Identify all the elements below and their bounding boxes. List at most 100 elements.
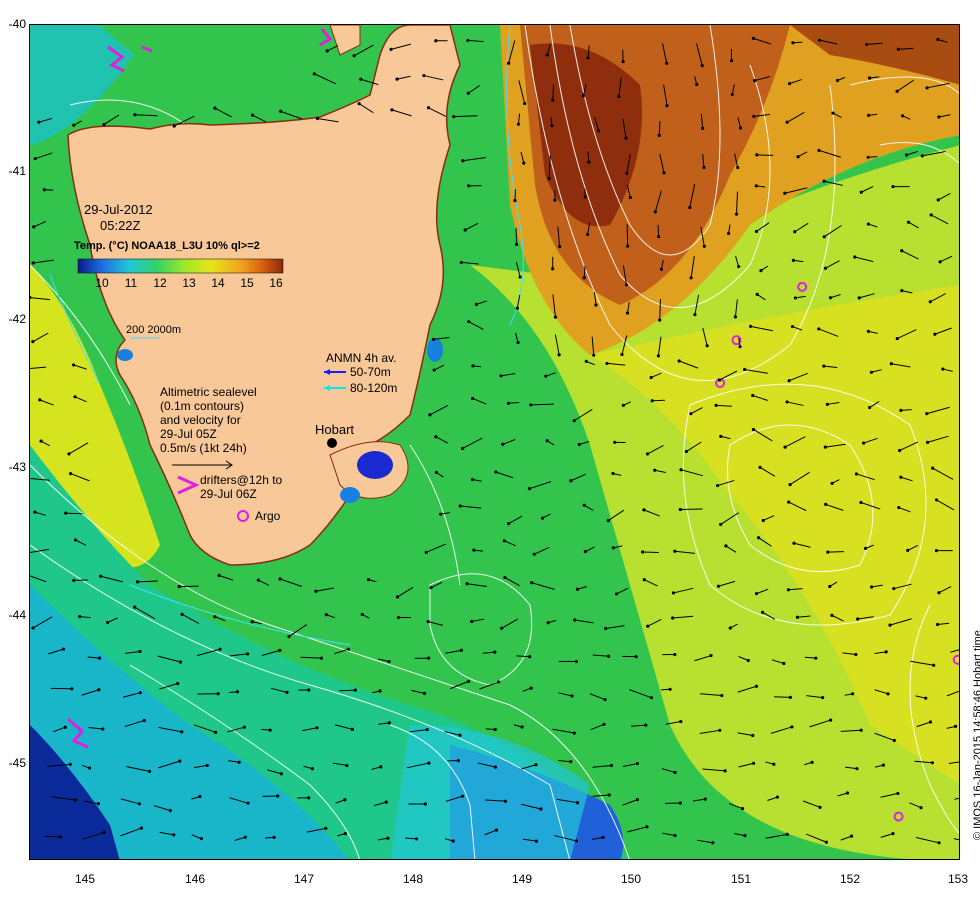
velocity-arrow-head	[937, 591, 941, 595]
anmn-title: ANMN 4h av.	[326, 351, 397, 365]
velocity-arrow-head	[673, 770, 677, 775]
lat-tick: -45	[8, 756, 26, 770]
velocity-arrow-head	[494, 828, 498, 832]
velocity-arrow-head	[61, 647, 66, 651]
velocity-arrow	[774, 696, 791, 698]
velocity-arrow-head	[678, 801, 682, 805]
velocity-arrow-head	[426, 620, 430, 624]
velocity-arrow-head	[790, 324, 795, 329]
velocity-arrow-head	[287, 634, 291, 639]
velocity-arrow-head	[748, 324, 753, 328]
velocity-arrow-head	[180, 730, 184, 734]
velocity-arrow-head	[606, 518, 610, 523]
velocity-arrow-head	[782, 661, 786, 666]
velocity-arrow-head	[384, 800, 388, 804]
velocity-arrow-head	[213, 615, 217, 619]
velocity-arrow-head	[553, 198, 557, 202]
velocity-arrow-head	[688, 205, 692, 210]
velocity-arrow-head	[97, 688, 101, 692]
velocity-arrow-head	[72, 578, 76, 582]
velocity-arrow-head	[730, 92, 734, 97]
velocity-arrow-head	[613, 440, 617, 444]
velocity-arrow-head	[889, 362, 893, 366]
velocity-arrow-head	[628, 195, 632, 200]
velocity-arrow-head	[825, 402, 829, 406]
velocity-arrow-head	[557, 353, 561, 357]
velocity-arrow-head	[679, 719, 683, 724]
velocity-arrow-head	[582, 503, 586, 507]
velocity-arrow-head	[33, 157, 37, 161]
velocity-arrow-head	[689, 412, 693, 416]
velocity-arrow-head	[625, 311, 630, 315]
anmn-80-120: 80-120m	[350, 381, 398, 395]
lon-tick: 145	[74, 872, 96, 886]
colorbar-tick: 15	[240, 276, 254, 290]
velocity-arrow-head	[938, 260, 942, 264]
velocity-arrow-head	[743, 834, 747, 838]
lon-tick: 151	[730, 872, 752, 886]
velocity-arrow-head	[727, 231, 731, 236]
velocity-arrow-head	[665, 104, 669, 108]
velocity-arrow-head	[434, 435, 438, 439]
lat-tick: -44	[8, 608, 26, 622]
velocity-arrow-head	[499, 374, 503, 378]
velocity-arrow-head	[775, 795, 780, 799]
velocity-arrow-head	[796, 155, 800, 159]
velocity-arrow-head	[645, 452, 650, 456]
velocity-arrow-head	[888, 623, 892, 627]
velocity-arrow-head	[493, 727, 497, 732]
velocity-arrow-head	[854, 472, 859, 476]
velocity-arrow-head	[467, 320, 471, 324]
velocity-arrow-head	[218, 647, 222, 651]
velocity-arrow-head	[642, 508, 646, 512]
velocity-arrow-head	[787, 82, 792, 86]
velocity-arrow-head	[869, 585, 874, 589]
velocity-arrow-head	[900, 289, 904, 293]
velocity-arrow-head	[466, 679, 471, 683]
velocity-arrow-head	[345, 763, 349, 768]
velocity-arrow-head	[582, 276, 586, 280]
velocity-arrow-head	[102, 830, 106, 835]
velocity-arrow-head	[865, 42, 869, 47]
velocity-arrow-head	[592, 353, 596, 357]
velocity-arrow-head	[892, 586, 896, 591]
velocity-arrow-head	[792, 541, 796, 545]
velocity-arrow-head	[925, 440, 930, 445]
velocity-arrow-head	[717, 378, 722, 382]
velocity-arrow-head	[896, 47, 900, 51]
velocity-arrow-head	[702, 244, 706, 248]
velocity-arrow-head	[754, 184, 758, 188]
velocity-arrow-head	[217, 573, 221, 578]
velocity-arrow-head	[324, 613, 328, 617]
velocity-arrow-head	[646, 624, 650, 628]
velocity-arrow-head	[891, 832, 895, 836]
velocity-arrow-head	[507, 61, 511, 65]
velocity-arrow-head	[881, 763, 885, 767]
velocity-arrow-head	[553, 315, 558, 319]
velocity-arrow-head	[534, 839, 538, 843]
anmn-50-70: 50-70m	[350, 365, 391, 379]
colorbar-tick: 11	[124, 276, 138, 290]
velocity-arrow-head	[635, 761, 639, 766]
velocity-arrow-head	[702, 165, 706, 169]
velocity-arrow-head	[285, 690, 289, 694]
velocity-arrow-head	[751, 761, 756, 765]
velocity-arrow-head	[422, 691, 427, 695]
velocity-arrow-head	[458, 733, 462, 737]
velocity-arrow-head	[937, 841, 941, 845]
velocity-arrow-head	[527, 487, 532, 491]
velocity-arrow-head	[678, 507, 682, 512]
velocity-arrow-head	[791, 258, 796, 262]
sst-map[interactable]: 29-Jul-2012 05:22Z Temp. (°C) NOAA18_L3U…	[29, 24, 960, 860]
velocity-arrow-head	[755, 153, 759, 157]
velocity-arrow-head	[581, 94, 585, 98]
velocity-arrow-head	[350, 727, 354, 731]
velocity-arrow-head	[268, 728, 272, 732]
velocity-arrow-head	[540, 516, 545, 520]
velocity-arrow-head	[214, 730, 218, 734]
velocity-arrow-head	[679, 468, 683, 472]
velocity-arrow-head	[572, 731, 576, 735]
velocity-arrow-head	[657, 133, 661, 137]
velocity-arrow-head	[668, 687, 672, 691]
velocity-arrow-head	[828, 296, 833, 300]
